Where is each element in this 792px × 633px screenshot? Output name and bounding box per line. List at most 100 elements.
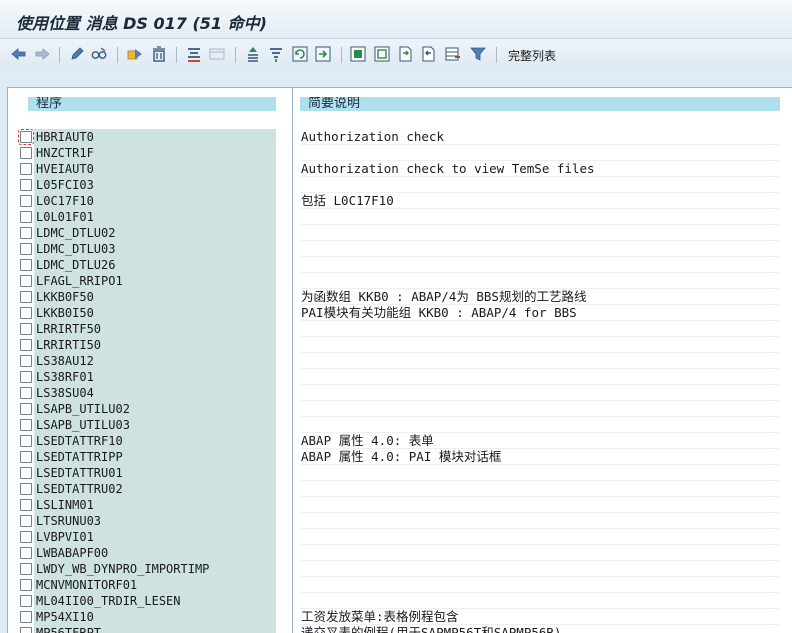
table-row[interactable]: LWDY_WB_DYNPRO_IMPORTIMP xyxy=(8,561,792,577)
program-name[interactable]: L0L01F01 xyxy=(36,209,274,225)
program-name[interactable]: LDMC_DTLU02 xyxy=(36,225,274,241)
table-row[interactable]: HBRIAUT0 Authorization check xyxy=(8,129,792,145)
table-row[interactable]: LDMC_DTLU26 xyxy=(8,257,792,273)
row-checkbox[interactable] xyxy=(20,595,32,607)
window-icon[interactable] xyxy=(208,45,226,63)
table-row[interactable]: MCNVMONITORF01 xyxy=(8,577,792,593)
program-name[interactable]: LWBABAPF00 xyxy=(36,545,274,561)
row-checkbox[interactable] xyxy=(20,195,32,207)
row-checkbox[interactable] xyxy=(20,387,32,399)
row-checkbox[interactable] xyxy=(20,547,32,559)
select-block-icon[interactable] xyxy=(349,45,367,63)
row-checkbox[interactable] xyxy=(20,435,32,447)
table-row[interactable]: LSLINM01 xyxy=(8,497,792,513)
row-checkbox[interactable] xyxy=(20,483,32,495)
table-row[interactable]: LFAGL_RRIPO1 xyxy=(8,273,792,289)
program-name[interactable]: ML04II00_TRDIR_LESEN xyxy=(36,593,274,609)
table-row[interactable]: LDMC_DTLU02 xyxy=(8,225,792,241)
row-checkbox[interactable] xyxy=(20,499,32,511)
full-list-button[interactable]: 完整列表 xyxy=(508,47,556,64)
program-name[interactable]: LTSRUNU03 xyxy=(36,513,274,529)
program-name[interactable]: LRRIRTF50 xyxy=(36,321,274,337)
table-row[interactable]: MP54XI10 工资发放菜单:表格例程包含 xyxy=(8,609,792,625)
row-checkbox[interactable] xyxy=(20,371,32,383)
program-name[interactable]: LWDY_WB_DYNPRO_IMPORTIMP xyxy=(36,561,274,577)
row-checkbox[interactable] xyxy=(20,339,32,351)
table-row[interactable]: ML04II00_TRDIR_LESEN xyxy=(8,593,792,609)
table-row[interactable]: LRRIRTF50 xyxy=(8,321,792,337)
table-row[interactable]: LSAPB_UTILU03 xyxy=(8,417,792,433)
program-name[interactable]: LDMC_DTLU26 xyxy=(36,257,274,273)
program-name[interactable]: LS38AU12 xyxy=(36,353,274,369)
deselect-block-icon[interactable] xyxy=(373,45,391,63)
table-row[interactable]: LSAPB_UTILU02 xyxy=(8,401,792,417)
table-row[interactable]: LKKB0I50 PAI模块有关功能组 KKB0 : ABAP/4 for BBS xyxy=(8,305,792,321)
row-checkbox[interactable] xyxy=(20,227,32,239)
table-row[interactable]: LKKB0F50 为函数组 KKB0 : ABAP/4为 BBS规划的工艺路线 xyxy=(8,289,792,305)
row-checkbox[interactable] xyxy=(20,531,32,543)
column-header-program[interactable]: 程序 xyxy=(28,97,276,111)
table-row[interactable]: LVBPVI01 xyxy=(8,529,792,545)
program-name[interactable]: LFAGL_RRIPO1 xyxy=(36,273,274,289)
table-row[interactable]: HNZCTR1F xyxy=(8,145,792,161)
row-checkbox[interactable] xyxy=(20,451,32,463)
program-name[interactable]: HNZCTR1F xyxy=(36,145,274,161)
row-checkbox[interactable] xyxy=(20,563,32,575)
table-row[interactable]: LRRIRTI50 xyxy=(8,337,792,353)
row-checkbox[interactable] xyxy=(20,515,32,527)
row-checkbox[interactable] xyxy=(18,129,34,145)
table-row[interactable]: LSEDTATTRU02 xyxy=(8,481,792,497)
row-checkbox[interactable] xyxy=(20,419,32,431)
table-row[interactable]: HVEIAUT0 Authorization check to view TemS… xyxy=(8,161,792,177)
program-name[interactable]: LSAPB_UTILU03 xyxy=(36,417,274,433)
program-name[interactable]: LSEDTATTRIPP xyxy=(36,449,274,465)
row-checkbox[interactable] xyxy=(20,323,32,335)
table-row[interactable]: L0C17F10 包括 L0C17F10 xyxy=(8,193,792,209)
row-checkbox[interactable] xyxy=(20,627,32,633)
page-back-icon[interactable] xyxy=(420,45,438,63)
row-checkbox[interactable] xyxy=(20,163,32,175)
table-row[interactable]: L05FCI03 xyxy=(8,177,792,193)
table-row[interactable]: LDMC_DTLU03 xyxy=(8,241,792,257)
program-name[interactable]: LDMC_DTLU03 xyxy=(36,241,274,257)
row-checkbox[interactable] xyxy=(20,579,32,591)
program-name[interactable]: LSAPB_UTILU02 xyxy=(36,401,274,417)
row-checkbox[interactable] xyxy=(20,147,32,159)
funnel-icon[interactable] xyxy=(469,45,487,63)
row-checkbox[interactable] xyxy=(20,307,32,319)
navigate-icon[interactable] xyxy=(314,45,332,63)
program-name[interactable]: MP54XI10 xyxy=(36,609,274,625)
program-name[interactable]: HVEIAUT0 xyxy=(36,161,274,177)
row-checkbox[interactable] xyxy=(20,243,32,255)
program-name[interactable]: LSEDTATTRU01 xyxy=(36,465,274,481)
sort-ascending-icon[interactable] xyxy=(244,45,262,63)
row-checkbox[interactable] xyxy=(20,611,32,623)
table-row[interactable]: LWBABAPF00 xyxy=(8,545,792,561)
program-name[interactable]: LS38RF01 xyxy=(36,369,274,385)
page-forward-icon[interactable] xyxy=(397,45,415,63)
table-row[interactable]: LSEDTATTRU01 xyxy=(8,465,792,481)
row-checkbox[interactable] xyxy=(20,355,32,367)
program-name[interactable]: LKKB0F50 xyxy=(36,289,274,305)
arrow-left-icon[interactable] xyxy=(10,45,28,63)
program-name[interactable]: LS38SU04 xyxy=(36,385,274,401)
program-name[interactable]: LSEDTATTRF10 xyxy=(36,433,274,449)
program-name[interactable]: LKKB0I50 xyxy=(36,305,274,321)
table-row[interactable]: LS38RF01 xyxy=(8,369,792,385)
table-delete-icon[interactable] xyxy=(444,45,462,63)
program-name[interactable]: LSEDTATTRU02 xyxy=(36,481,274,497)
trash-icon[interactable] xyxy=(150,45,168,63)
column-header-description[interactable]: 简要说明 xyxy=(300,97,780,111)
program-name[interactable]: LVBPVI01 xyxy=(36,529,274,545)
row-checkbox[interactable] xyxy=(20,179,32,191)
program-name[interactable]: MCNVMONITORF01 xyxy=(36,577,274,593)
row-checkbox[interactable] xyxy=(20,291,32,303)
row-checkbox[interactable] xyxy=(20,211,32,223)
export-icon[interactable] xyxy=(126,45,144,63)
program-name[interactable]: LSLINM01 xyxy=(36,497,274,513)
table-row[interactable]: L0L01F01 xyxy=(8,209,792,225)
table-row[interactable]: LS38SU04 xyxy=(8,385,792,401)
filter-lines-icon[interactable] xyxy=(267,45,285,63)
refresh-icon[interactable] xyxy=(291,45,309,63)
table-row[interactable]: LS38AU12 xyxy=(8,353,792,369)
